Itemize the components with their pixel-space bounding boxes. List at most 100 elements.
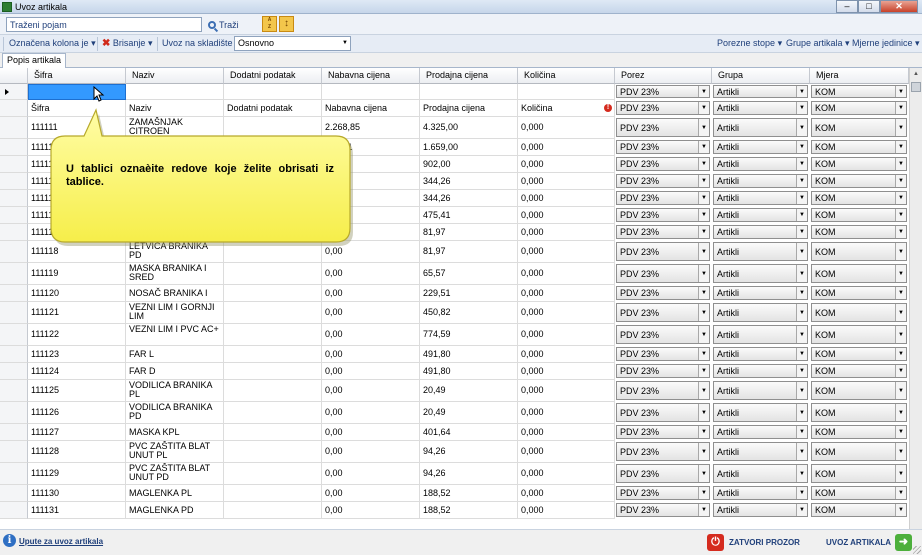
tax-select[interactable]: PDV 23% ▼ [616, 208, 710, 222]
table-cell-sifra[interactable]: 111125 [28, 380, 126, 402]
tax-select[interactable]: PDV 23% ▼ [616, 286, 710, 300]
table-cell-nabavna[interactable]: 0,00 [322, 424, 420, 441]
tax-select[interactable]: PDV 23% ▼ [616, 264, 710, 283]
row-selector[interactable] [0, 285, 28, 302]
unit-select[interactable]: KOM ▼ [811, 325, 907, 344]
group-select[interactable]: Artikli ▼ [713, 225, 808, 239]
table-cell-prodajna[interactable]: 81,97 [420, 241, 518, 263]
tax-select[interactable]: PDV 23% ▼ [616, 347, 710, 361]
group-select[interactable]: Artikli ▼ [713, 425, 808, 439]
group-select[interactable]: Artikli ▼ [713, 191, 808, 205]
table-cell-naziv[interactable]: MAGLENKA PD [126, 502, 224, 519]
table-cell-prodajna[interactable]: 774,59 [420, 324, 518, 346]
table-cell-prodajna[interactable]: 94,26 [420, 463, 518, 485]
unit-select[interactable]: KOM ▼ [811, 208, 907, 222]
table-cell-prodajna[interactable]: 65,57 [420, 263, 518, 285]
row-selector[interactable] [0, 380, 28, 402]
table-cell-prodajna[interactable]: 1.659,00 [420, 139, 518, 156]
row-selector[interactable] [0, 263, 28, 285]
unit-select[interactable]: KOM ▼ [811, 85, 907, 98]
row-selector[interactable] [0, 241, 28, 263]
table-cell-dodatni[interactable] [224, 441, 322, 463]
table-cell-sifra[interactable]: 111117 [28, 224, 126, 241]
group-select[interactable]: Artikli ▼ [713, 174, 808, 188]
table-cell-naziv[interactable]: MASKA BRANIKA I SRED [126, 263, 224, 285]
column-header[interactable]: Prodajna cijena [420, 68, 518, 84]
resize-grip-icon[interactable] [913, 546, 921, 554]
row-selector[interactable] [0, 224, 28, 241]
table-cell-dodatni[interactable] [224, 324, 322, 346]
tax-select[interactable]: PDV 23% ▼ [616, 325, 710, 344]
group-select[interactable]: Artikli ▼ [713, 325, 808, 344]
unit-select[interactable]: KOM ▼ [811, 486, 907, 500]
table-cell-sifra[interactable]: 111120 [28, 285, 126, 302]
delete-menu[interactable]: ✖ Brisanje ▾ [102, 38, 152, 49]
group-select[interactable]: Artikli ▼ [713, 140, 808, 154]
row-selector[interactable] [0, 302, 28, 324]
group-select[interactable]: Artikli ▼ [713, 403, 808, 422]
unit-select[interactable]: KOM ▼ [811, 464, 907, 483]
unit-select[interactable]: KOM ▼ [811, 364, 907, 378]
table-cell-sifra[interactable]: 111115 [28, 190, 126, 207]
unit-select[interactable]: KOM ▼ [811, 347, 907, 361]
table-cell-kolicina[interactable]: 0,000 [518, 190, 615, 207]
table-cell-nabavna[interactable] [322, 224, 420, 241]
unit-select[interactable]: KOM ▼ [811, 442, 907, 461]
tax-select[interactable]: PDV 23% ▼ [616, 101, 710, 115]
table-cell-sifra[interactable]: 111121 [28, 302, 126, 324]
tax-select[interactable]: PDV 23% ▼ [616, 118, 710, 137]
tax-select[interactable]: PDV 23% ▼ [616, 403, 710, 422]
table-cell-nabavna[interactable]: 0,00 [322, 463, 420, 485]
table-cell-nabavna[interactable]: 0,00 [322, 285, 420, 302]
unit-select[interactable]: KOM ▼ [811, 174, 907, 188]
tab-item-list[interactable]: Popis artikala [2, 53, 67, 68]
close-window-button[interactable]: ✕ [880, 0, 918, 13]
table-cell-prodajna[interactable]: 450,82 [420, 302, 518, 324]
table-cell-naziv[interactable]: VODILICA BRANIKA PD [126, 402, 224, 424]
row-selector[interactable] [0, 463, 28, 485]
column-header[interactable]: Grupa [712, 68, 810, 84]
group-select[interactable]: Artikli ▼ [713, 503, 808, 517]
table-cell-nabavna[interactable]: 0,00 [322, 502, 420, 519]
group-select[interactable]: Artikli ▼ [713, 303, 808, 322]
table-cell-nabavna[interactable]: 0,00 [322, 263, 420, 285]
column-mapping-cell[interactable]: Naziv [126, 100, 224, 117]
table-cell-sifra[interactable]: 111127 [28, 424, 126, 441]
table-cell-prodajna[interactable]: 475,41 [420, 207, 518, 224]
sort-az-icon[interactable]: AZ [262, 16, 277, 32]
table-cell-nabavna[interactable]: 0,00 [322, 402, 420, 424]
table-cell-kolicina[interactable]: 0,000 [518, 485, 615, 502]
sort-order-icon[interactable]: ↕ [279, 16, 294, 32]
table-cell-naziv[interactable]: VEZNI LIM I PVC AC+ [126, 324, 224, 346]
table-cell-prodajna[interactable]: 188,52 [420, 485, 518, 502]
table-cell-naziv[interactable]: LETVICA BRANIKA PD [126, 241, 224, 263]
unit-select[interactable]: KOM ▼ [811, 140, 907, 154]
group-select[interactable]: Artikli ▼ [713, 118, 808, 137]
table-cell-dodatni[interactable] [224, 139, 322, 156]
search-input[interactable] [6, 17, 202, 32]
tax-select[interactable]: PDV 23% ▼ [616, 174, 710, 188]
row-selector[interactable] [0, 441, 28, 463]
tax-select[interactable]: PDV 23% ▼ [616, 303, 710, 322]
table-cell-naziv[interactable]: PVC ZAŠTITA BLAT UNUT PL [126, 441, 224, 463]
row-selector[interactable] [0, 363, 28, 380]
table-cell-sifra[interactable]: 111123 [28, 346, 126, 363]
tax-select[interactable]: PDV 23% ▼ [616, 425, 710, 439]
column-mapping-cell[interactable]: Količina [518, 100, 615, 117]
table-cell-dodatni[interactable] [224, 485, 322, 502]
table-cell-naziv[interactable]: VODILICA BRANIKA PL [126, 380, 224, 402]
table-cell-prodajna[interactable]: 401,64 [420, 424, 518, 441]
unit-select[interactable]: KOM ▼ [811, 225, 907, 239]
group-select[interactable]: Artikli ▼ [713, 347, 808, 361]
row-selector[interactable] [0, 324, 28, 346]
close-window-footer-button[interactable]: ⏻ ZATVORI PROZOR [707, 532, 800, 552]
group-select[interactable]: Artikli ▼ [713, 464, 808, 483]
table-cell-sifra[interactable]: 111129 [28, 463, 126, 485]
search-button[interactable]: Traži [204, 16, 243, 33]
tax-select[interactable]: PDV 23% ▼ [616, 503, 710, 517]
table-cell-dodatni[interactable] [224, 463, 322, 485]
group-select[interactable]: Artikli ▼ [713, 242, 808, 261]
table-cell-naziv[interactable] [126, 224, 224, 241]
table-cell-prodajna[interactable]: 491,80 [420, 363, 518, 380]
table-cell-kolicina[interactable]: 0,000 [518, 207, 615, 224]
